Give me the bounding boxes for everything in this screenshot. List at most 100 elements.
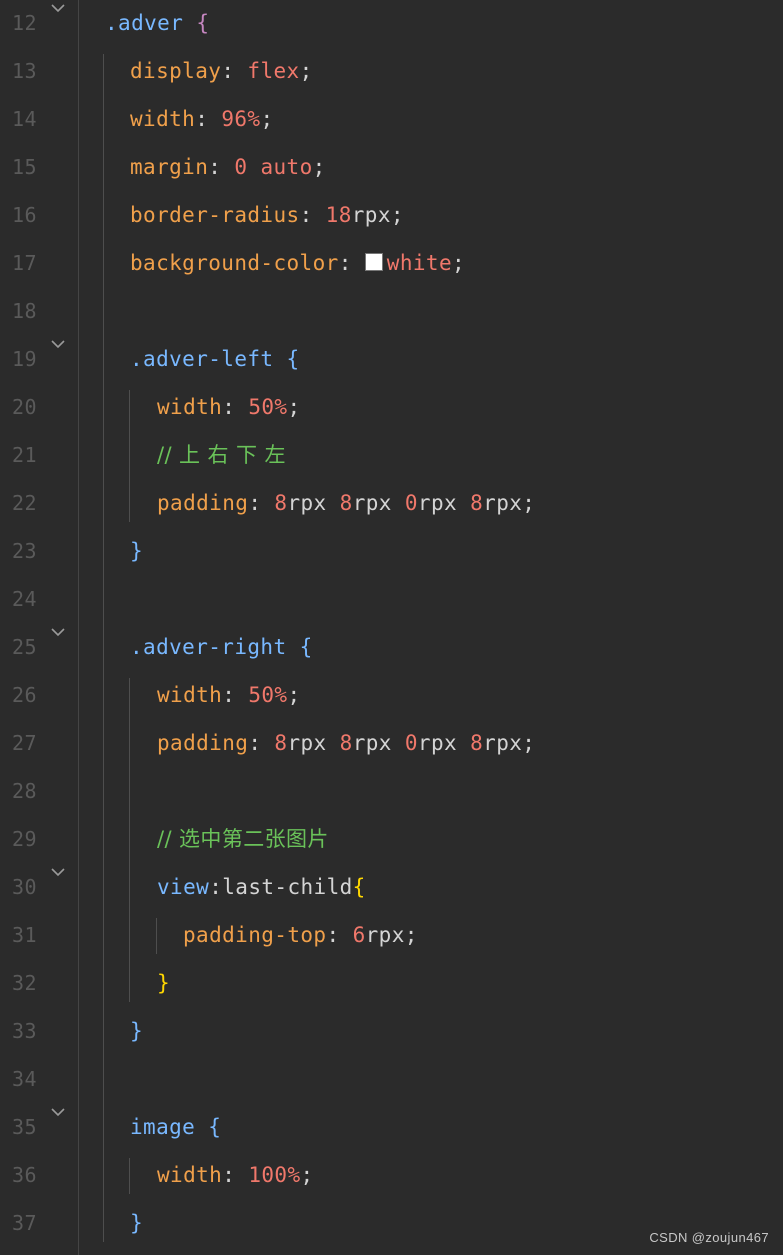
token-punctuation: :: [222, 683, 249, 707]
line-number: 14: [12, 107, 37, 131]
line-number: 22: [12, 491, 37, 515]
token-brace-inner: {: [286, 347, 300, 371]
token-brace-outer: {: [196, 11, 210, 35]
code-line[interactable]: 24: [0, 576, 783, 624]
code-text: image {: [130, 1112, 221, 1142]
fold-chevron-down-icon[interactable]: [50, 1104, 66, 1120]
code-line[interactable]: 23}: [0, 528, 783, 576]
token-punctuation: rpx: [417, 491, 471, 515]
line-number: 23: [12, 539, 37, 563]
token-punctuation: :: [222, 1163, 249, 1187]
line-number: 31: [12, 923, 37, 947]
token-punctuation: ;: [312, 155, 326, 179]
token-property: margin: [130, 155, 209, 179]
color-swatch-icon[interactable]: [364, 253, 383, 271]
token-value: 8: [274, 491, 288, 515]
line-number: 36: [12, 1163, 37, 1187]
token-brace-nested: {: [352, 875, 366, 899]
token-selector: .adver-right: [130, 635, 300, 659]
code-text: }: [157, 968, 170, 998]
code-line[interactable]: 33}: [0, 1008, 783, 1056]
code-line[interactable]: 12 .adver {: [0, 0, 783, 48]
token-property: padding: [157, 731, 249, 755]
token-value: 18: [325, 203, 352, 227]
code-line[interactable]: 14 width: 96%;: [0, 96, 783, 144]
token-punctuation: :: [338, 251, 365, 275]
line-number: 33: [12, 1019, 37, 1043]
code-line[interactable]: 36 width: 100%;: [0, 1152, 783, 1200]
token-punctuation: rpx: [483, 731, 523, 755]
line-number: 26: [12, 683, 37, 707]
token-value: 0: [404, 491, 418, 515]
line-number: 29: [12, 827, 37, 851]
token-value: 100%: [248, 1163, 301, 1187]
token-punctuation: :: [221, 59, 248, 83]
line-number: 25: [12, 635, 37, 659]
token-punctuation: :: [326, 923, 353, 947]
token-punctuation: rpx: [352, 491, 405, 515]
token-property: width: [157, 683, 223, 707]
token-property: width: [130, 107, 196, 131]
code-text: view:last-child{: [157, 872, 366, 902]
code-line[interactable]: 25 .adver-right {: [0, 624, 783, 672]
token-punctuation: :: [195, 107, 222, 131]
line-number: 35: [12, 1115, 37, 1139]
code-line[interactable]: 17 background-color: white;: [0, 240, 783, 288]
token-punctuation: rpx: [352, 731, 405, 755]
token-value: 0 auto: [234, 155, 313, 179]
token-punctuation: ;: [522, 731, 536, 755]
line-number: 20: [12, 395, 37, 419]
line-number: 28: [12, 779, 37, 803]
code-text: }: [130, 536, 143, 566]
token-property: border-radius: [130, 203, 300, 227]
watermark: CSDN @zoujun467: [649, 1230, 769, 1245]
code-line[interactable]: 29 // 选中第二张图片: [0, 816, 783, 864]
code-text: .adver {: [105, 8, 209, 38]
code-text: .adver-right {: [130, 632, 313, 662]
fold-chevron-down-icon[interactable]: [50, 336, 66, 352]
token-punctuation: rpx: [417, 731, 471, 755]
code-line[interactable]: 16 border-radius: 18rpx;: [0, 192, 783, 240]
code-text: padding-top: 6rpx;: [183, 920, 418, 950]
line-number: 16: [12, 203, 37, 227]
code-line[interactable]: 15 margin: 0 auto;: [0, 144, 783, 192]
code-line[interactable]: 30 view:last-child{: [0, 864, 783, 912]
code-line[interactable]: 19 .adver-left {: [0, 336, 783, 384]
token-punctuation: :: [248, 731, 275, 755]
code-line[interactable]: 21 // 上 右 下 左: [0, 432, 783, 480]
fold-chevron-down-icon[interactable]: [50, 624, 66, 640]
code-text: width: 96%;: [130, 104, 274, 134]
token-value: 0: [404, 731, 418, 755]
code-line[interactable]: 26 width: 50%;: [0, 672, 783, 720]
token-punctuation: rpx: [483, 491, 523, 515]
fold-chevron-down-icon[interactable]: [50, 0, 66, 16]
code-editor[interactable]: 12 .adver {13 display: flex; 14 width: 96%; 1…: [0, 0, 783, 1255]
token-punctuation: rpx: [351, 203, 391, 227]
token-punctuation: ;: [299, 59, 313, 83]
code-line[interactable]: 18: [0, 288, 783, 336]
token-brace-nested: }: [157, 971, 171, 995]
code-line[interactable]: 35 image {: [0, 1104, 783, 1152]
code-line[interactable]: 31 padding-top: 6rpx;: [0, 912, 783, 960]
token-property: width: [157, 395, 223, 419]
code-text: // 上 右 下 左: [157, 440, 286, 470]
code-line[interactable]: 32}: [0, 960, 783, 1008]
token-value: flex: [247, 59, 300, 83]
code-line[interactable]: 20 width: 50%;: [0, 384, 783, 432]
code-line[interactable]: 13 display: flex;: [0, 48, 783, 96]
code-line[interactable]: 34: [0, 1056, 783, 1104]
code-line[interactable]: 28: [0, 768, 783, 816]
line-number: 13: [12, 59, 37, 83]
token-punctuation: :: [222, 395, 249, 419]
code-text: width: 50%;: [157, 680, 301, 710]
fold-chevron-down-icon[interactable]: [50, 864, 66, 880]
code-line[interactable]: 22 padding: 8rpx 8rpx 0rpx 8rpx;: [0, 480, 783, 528]
token-punctuation: ;: [287, 683, 301, 707]
token-brace-inner: {: [208, 1115, 222, 1139]
token-property: width: [157, 1163, 223, 1187]
token-property: display: [130, 59, 222, 83]
token-punctuation: ;: [300, 1163, 314, 1187]
code-line[interactable]: 27 padding: 8rpx 8rpx 0rpx 8rpx;: [0, 720, 783, 768]
token-property: padding: [157, 491, 249, 515]
code-text: padding: 8rpx 8rpx 0rpx 8rpx;: [157, 488, 535, 518]
